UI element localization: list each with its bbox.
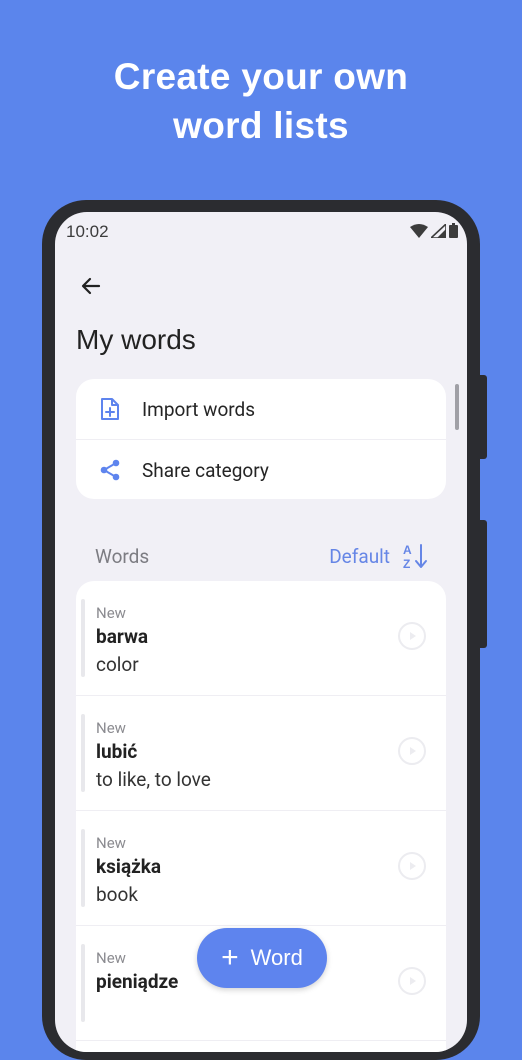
word-progress-bar	[81, 599, 85, 677]
sort-az-icon: A Z	[403, 543, 427, 570]
scrollbar[interactable]	[455, 384, 459, 430]
phone-screen: 10:02 My words Import words Share catego…	[55, 212, 467, 1052]
add-word-button[interactable]: + Word	[197, 928, 327, 988]
battery-icon	[449, 223, 458, 238]
power-button	[480, 520, 487, 648]
word-translation: book	[96, 883, 138, 906]
back-arrow-icon[interactable]	[77, 272, 105, 300]
words-section-label: Words	[95, 544, 150, 568]
word-term: barwa	[96, 625, 149, 648]
promo-headline-line2: word lists	[173, 105, 349, 146]
svg-text:A: A	[403, 543, 412, 557]
word-row[interactable]: New lubić to like, to love	[76, 696, 446, 811]
svg-text:Z: Z	[403, 557, 410, 570]
play-icon[interactable]	[398, 852, 426, 880]
word-progress-bar	[81, 944, 85, 1022]
word-translation: to like, to love	[96, 768, 211, 791]
wifi-icon	[410, 223, 428, 238]
share-category-button[interactable]: Share category	[76, 439, 446, 500]
file-plus-icon	[98, 397, 122, 421]
plus-icon: +	[221, 941, 239, 974]
word-row[interactable]: New barwa color	[76, 581, 446, 696]
volume-button	[480, 375, 487, 459]
word-progress-bar	[81, 829, 85, 907]
play-icon[interactable]	[398, 622, 426, 650]
page-title: My words	[76, 324, 196, 355]
word-term: lubić	[96, 740, 138, 763]
word-translation: color	[96, 653, 139, 676]
word-row[interactable]: New książka book	[76, 811, 446, 926]
word-status: New	[96, 834, 126, 852]
signal-icon	[431, 223, 446, 238]
word-status: New	[96, 719, 126, 737]
word-term: książka	[96, 855, 162, 878]
import-words-button[interactable]: Import words	[76, 379, 446, 439]
promo-headline-line1: Create your own	[113, 56, 409, 97]
word-status: New	[96, 604, 126, 622]
status-bar: 10:02	[55, 212, 467, 252]
words-section-header: Words Default A Z	[95, 541, 428, 571]
import-words-label: Import words	[142, 397, 256, 421]
play-icon[interactable]	[398, 737, 426, 765]
add-word-label: Word	[250, 945, 303, 970]
share-icon	[98, 458, 122, 482]
word-term: pieniądze	[96, 970, 179, 993]
sort-label: Default	[329, 544, 390, 568]
promo-headline: Create your own word lists	[0, 52, 522, 150]
word-status: New	[96, 949, 126, 967]
actions-card: Import words Share category	[76, 379, 446, 499]
word-progress-bar	[81, 714, 85, 792]
play-icon[interactable]	[398, 967, 426, 995]
share-category-label: Share category	[142, 458, 269, 482]
status-time: 10:02	[66, 222, 109, 241]
sort-button[interactable]: Default A Z	[329, 542, 428, 570]
